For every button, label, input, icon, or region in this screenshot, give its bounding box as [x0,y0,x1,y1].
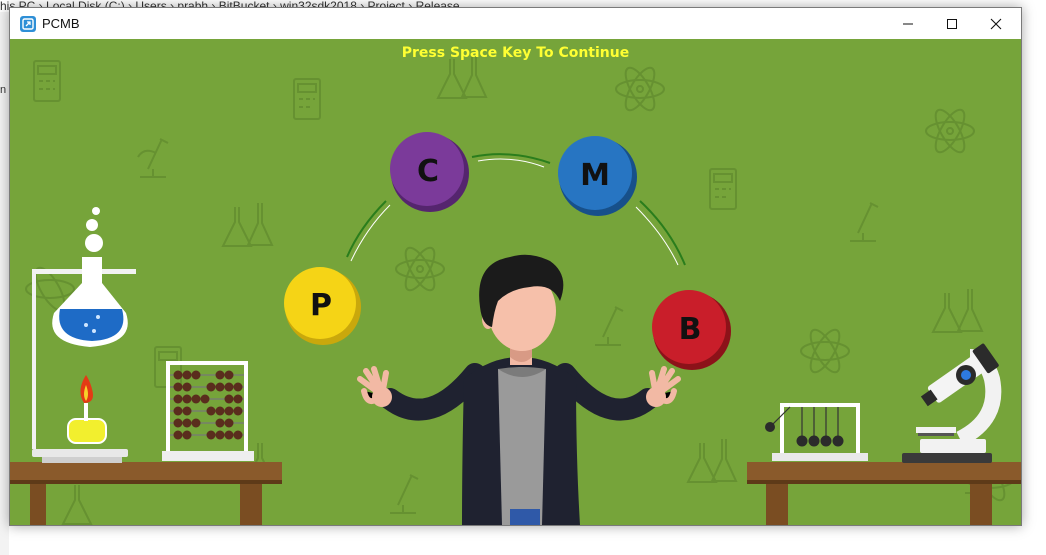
app-icon [20,16,36,32]
flask-doodle-icon [221,203,274,247]
minimize-button[interactable] [885,8,931,39]
minimize-icon [903,23,913,24]
letter-ball-m: M [558,136,637,216]
calculator-doodle-icon [709,168,737,210]
flask-doodle-icon [686,439,738,483]
ball-letter-p: P [310,288,332,323]
ball-letter-c: C [417,154,439,189]
microscope [902,343,1002,463]
abacus [162,361,254,461]
title-bar[interactable]: PCMB [10,8,1021,39]
close-button[interactable] [973,8,1019,39]
atom-doodle-icon [925,108,975,154]
close-icon [990,18,1002,29]
maximize-icon [947,18,957,29]
letter-ball-b: B [652,290,731,370]
ball-letter-b: B [679,312,702,347]
microscope-doodle-icon [390,474,419,514]
atom-doodle-icon [800,328,850,374]
flask-burner-apparatus [32,207,136,463]
atom-doodle-icon [395,246,445,292]
game-canvas[interactable]: P C M B Press Space Key To Continue [10,39,1021,525]
flask-doodle-icon [436,55,488,99]
letter-ball-c: C [390,132,469,212]
left-table [10,462,282,525]
flask-doodle-icon [61,485,93,525]
calculator-doodle-icon [33,60,61,102]
background-explorer-sidebar: n [0,12,9,555]
ball-letter-m: M [580,158,610,193]
atom-doodle-icon [615,66,665,112]
game-scene: P C M B [10,55,1021,525]
calculator-doodle-icon [293,78,321,120]
game-window: P C M B P C M B Press Space Key To Continue [9,7,1022,526]
flask-doodle-icon [931,289,984,333]
right-table [747,462,1021,525]
letter-ball-p: P [284,267,361,345]
microscope-doodle-icon [137,138,169,178]
microscope-doodle-icon [595,306,624,346]
window-title: PCMB [42,16,80,31]
continue-prompt: Press Space Key To Continue [401,45,630,61]
microscope-doodle-icon [850,202,879,242]
maximize-button[interactable] [929,8,975,39]
sidebar-fragment: n [0,84,7,96]
newtons-cradle [765,403,868,461]
